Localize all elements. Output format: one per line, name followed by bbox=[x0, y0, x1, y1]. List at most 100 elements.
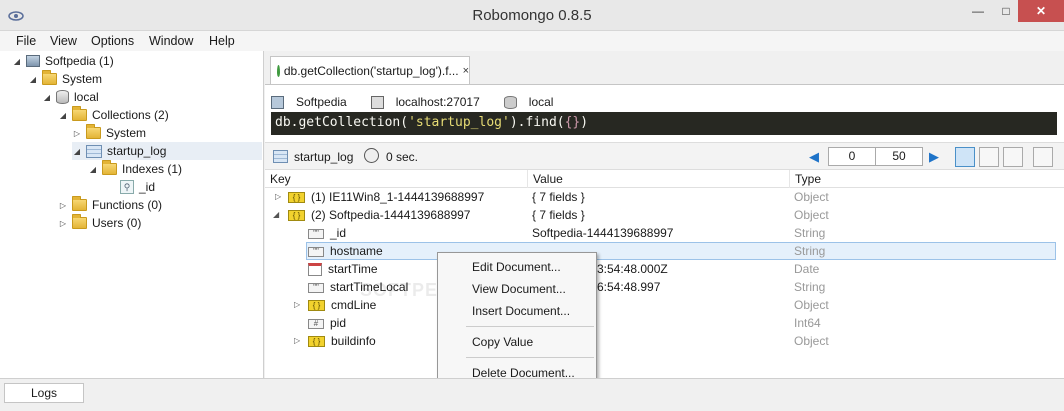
collection-icon bbox=[86, 144, 102, 158]
tree-collections[interactable]: ◢ Collections (2) bbox=[58, 106, 169, 124]
database-icon bbox=[503, 96, 517, 110]
status-bar: Logs bbox=[0, 378, 1064, 411]
expand-arrow-icon[interactable]: ◢ bbox=[273, 206, 279, 224]
clock-icon bbox=[364, 148, 379, 163]
menu-window[interactable]: Window bbox=[149, 34, 193, 48]
string-icon: "" bbox=[308, 246, 324, 257]
maximize-panel-button[interactable] bbox=[1033, 147, 1053, 167]
col-value[interactable]: Value bbox=[528, 170, 790, 188]
table-row[interactable]: startTime 3:54:48.000Z Date bbox=[265, 260, 1064, 278]
logs-tab[interactable]: Logs bbox=[4, 383, 84, 403]
collection-icon bbox=[273, 150, 288, 163]
tree-indexes[interactable]: ◢ Indexes (1) bbox=[88, 160, 182, 178]
expand-arrow-icon[interactable]: ◢ bbox=[12, 57, 22, 66]
next-page-icon[interactable]: ▶ bbox=[929, 149, 939, 165]
tab-query[interactable]: db.getCollection('startup_log').f... × bbox=[270, 56, 470, 84]
object-icon: { } bbox=[288, 210, 305, 222]
table-row[interactable]: "" _id Softpedia-1444139688997 String bbox=[265, 224, 1064, 242]
results-time: 0 sec. bbox=[386, 150, 419, 164]
col-type[interactable]: Type bbox=[790, 170, 1064, 188]
server-icon bbox=[271, 96, 284, 110]
folder-icon bbox=[72, 196, 87, 211]
host-info: localhost:27017 bbox=[370, 95, 492, 110]
table-row-selected[interactable]: "" hostname String bbox=[306, 242, 1056, 260]
query-editor[interactable]: db.getCollection('startup_log').find({}) bbox=[271, 112, 1057, 135]
menu-view-document[interactable]: View Document... bbox=[472, 282, 566, 296]
menu-separator bbox=[466, 326, 594, 327]
expand-arrow-icon[interactable]: ◢ bbox=[88, 165, 98, 174]
table-view-button[interactable] bbox=[979, 147, 999, 167]
table-row[interactable]: # pid Int64 bbox=[265, 314, 1064, 332]
folder-icon bbox=[42, 70, 57, 85]
server-info: Softpedia bbox=[271, 95, 359, 110]
connection-info: Softpedia localhost:27017 local bbox=[271, 93, 577, 111]
window-title: Robomongo 0.8.5 bbox=[472, 7, 592, 24]
tree-index-id[interactable]: ⚲ _id bbox=[106, 178, 155, 196]
title-bar: Robomongo 0.8.5 — □ ✕ bbox=[0, 0, 1064, 31]
menu-insert-document[interactable]: Insert Document... bbox=[472, 304, 570, 318]
menu-edit-document[interactable]: Edit Document... bbox=[472, 260, 561, 274]
close-icon[interactable]: ✕ bbox=[1018, 0, 1064, 22]
tree-server[interactable]: ◢ Softpedia (1) bbox=[12, 52, 114, 70]
collapse-arrow-icon[interactable]: ▷ bbox=[294, 332, 300, 350]
object-icon: { } bbox=[288, 192, 305, 204]
collapse-arrow-icon[interactable]: ▷ bbox=[58, 219, 68, 228]
query-content: Softpedia localhost:27017 local db.getCo… bbox=[265, 84, 1064, 378]
col-key[interactable]: Key bbox=[265, 170, 528, 188]
table-row[interactable]: ▷ { } buildinfo Object bbox=[265, 332, 1064, 350]
results-header: Key Value Type bbox=[265, 170, 1064, 188]
tree-functions[interactable]: ▷ Functions (0) bbox=[58, 196, 162, 214]
string-icon: "" bbox=[308, 228, 324, 239]
tree-coll-system[interactable]: ▷ System bbox=[72, 124, 146, 142]
date-icon bbox=[308, 263, 322, 277]
skip-input[interactable]: 0 bbox=[828, 147, 876, 166]
menu-options[interactable]: Options bbox=[91, 34, 134, 48]
prev-page-icon[interactable]: ◀ bbox=[809, 149, 819, 165]
query-panel: db.getCollection('startup_log').f... × S… bbox=[265, 51, 1064, 378]
database-icon bbox=[56, 90, 69, 104]
context-menu: Edit Document... View Document... Insert… bbox=[437, 252, 597, 384]
expand-arrow-icon[interactable]: ◢ bbox=[28, 75, 38, 84]
string-icon: "" bbox=[308, 282, 324, 293]
computer-icon bbox=[370, 96, 384, 110]
limit-input[interactable]: 50 bbox=[875, 147, 923, 166]
object-icon: { } bbox=[308, 336, 325, 348]
menu-help[interactable]: Help bbox=[209, 34, 235, 48]
folder-icon bbox=[72, 214, 87, 229]
folder-icon bbox=[72, 106, 87, 121]
minimize-icon[interactable]: — bbox=[964, 0, 992, 22]
menu-view[interactable]: View bbox=[50, 34, 77, 48]
tree-view-button[interactable] bbox=[955, 147, 975, 167]
collapse-arrow-icon[interactable]: ▷ bbox=[58, 201, 68, 210]
collapse-arrow-icon[interactable]: ▷ bbox=[275, 188, 281, 206]
text-view-button[interactable] bbox=[1003, 147, 1023, 167]
results-toolbar: startup_log 0 sec. ◀ 0 50 ▶ bbox=[265, 142, 1064, 170]
number-icon: # bbox=[308, 318, 324, 329]
tree-system[interactable]: ◢ System bbox=[28, 70, 102, 88]
tree-db-local[interactable]: ◢ local bbox=[42, 88, 99, 106]
menu-copy-value[interactable]: Copy Value bbox=[472, 335, 533, 349]
expand-arrow-icon[interactable]: ◢ bbox=[58, 111, 68, 120]
table-row[interactable]: ▷ { } (1) IE11Win8_1-1444139688997 { 7 fi… bbox=[265, 188, 1064, 206]
db-info: local bbox=[503, 95, 566, 110]
mongo-leaf-icon bbox=[277, 64, 280, 77]
index-icon: ⚲ bbox=[120, 180, 134, 194]
expand-arrow-icon[interactable]: ◢ bbox=[72, 147, 82, 156]
tree-coll-startup-log[interactable]: ◢ startup_log bbox=[72, 142, 262, 160]
menu-separator bbox=[466, 357, 594, 358]
collapse-arrow-icon[interactable]: ▷ bbox=[294, 296, 300, 314]
tab-close-icon[interactable]: × bbox=[463, 65, 469, 77]
server-icon bbox=[26, 55, 40, 67]
menu-file[interactable]: File bbox=[16, 34, 36, 48]
folder-icon bbox=[86, 124, 101, 139]
folder-icon bbox=[102, 160, 117, 175]
object-icon: { } bbox=[308, 300, 325, 312]
table-row[interactable]: ◢ { } (2) Softpedia-1444139688997 { 7 fie… bbox=[265, 206, 1064, 224]
explorer-tree: ◢ Softpedia (1) ◢ System ◢ local ◢ Colle… bbox=[0, 51, 264, 378]
results-collection: startup_log bbox=[294, 150, 354, 164]
maximize-icon[interactable]: □ bbox=[992, 0, 1020, 22]
menu-bar: File View Options Window Help bbox=[0, 31, 1064, 51]
expand-arrow-icon[interactable]: ◢ bbox=[42, 93, 52, 102]
collapse-arrow-icon[interactable]: ▷ bbox=[72, 129, 82, 138]
tree-users[interactable]: ▷ Users (0) bbox=[58, 214, 141, 232]
